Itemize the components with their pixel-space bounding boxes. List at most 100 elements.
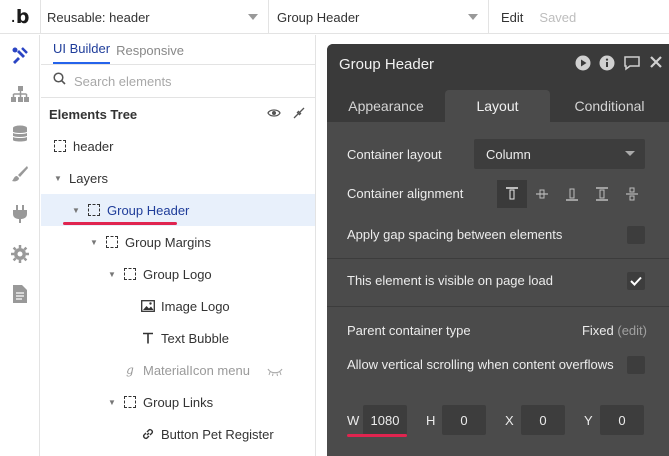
left-rail [0, 35, 40, 456]
elements-tree-title: Elements Tree [49, 106, 138, 122]
tab-layout[interactable]: Layout [445, 90, 550, 122]
property-editor-header: Group Header [327, 44, 669, 84]
search-icon [53, 72, 66, 90]
panel-tabs: UI Builder Responsive [41, 35, 315, 64]
comment-icon[interactable] [623, 55, 641, 75]
elements-panel: UI Builder Responsive Elements Tree head… [41, 35, 316, 456]
tab-ui-builder[interactable]: UI Builder [53, 41, 111, 64]
y-input[interactable]: 0 [600, 405, 644, 435]
gap-spacing-label: Apply gap spacing between elements [347, 227, 563, 242]
parent-container-type-value[interactable]: Fixed (edit) [582, 323, 647, 338]
data-icon[interactable] [10, 124, 30, 144]
info-icon[interactable] [599, 55, 615, 75]
property-editor-tabs: Appearance Layout Conditional [327, 84, 669, 122]
tree-item-header[interactable]: header [41, 130, 315, 162]
x-label: X [505, 413, 514, 428]
workflow-icon[interactable] [10, 84, 30, 104]
logs-icon[interactable] [10, 284, 30, 304]
tree-item-label: header [73, 138, 114, 154]
tab-appearance[interactable]: Appearance [327, 90, 445, 122]
caret-down-icon[interactable]: ▼ [53, 174, 63, 183]
search-input[interactable] [74, 73, 294, 89]
tree-item-group-links[interactable]: ▼ Group Links [41, 386, 315, 418]
visible-on-load-checkbox[interactable] [627, 272, 645, 290]
group-icon [123, 267, 137, 281]
align-stretch-icon[interactable] [587, 180, 617, 208]
chevron-down-icon [468, 14, 478, 20]
vertical-scroll-checkbox[interactable] [627, 356, 645, 374]
collapse-icon[interactable] [293, 107, 305, 122]
align-distribute-icon[interactable] [617, 180, 647, 208]
property-editor-title: Group Header [339, 55, 435, 73]
gap-spacing-checkbox[interactable] [627, 226, 645, 244]
tree-item-label: Group Margins [125, 234, 211, 250]
hidden-eye-icon[interactable] [267, 365, 283, 380]
width-input[interactable]: 1080 [363, 405, 407, 435]
divider [327, 306, 669, 307]
chevron-down-icon [625, 151, 635, 156]
styles-icon[interactable] [10, 164, 30, 184]
width-label: W [347, 413, 360, 428]
design-icon[interactable] [10, 45, 30, 65]
group-icon [53, 139, 67, 153]
play-icon[interactable] [575, 55, 591, 75]
vertical-scroll-label: Allow vertical scrolling when content ov… [347, 357, 614, 372]
tree-item-label: Group Header [107, 202, 190, 218]
tab-responsive[interactable]: Responsive [116, 43, 184, 64]
tree-item-text-bubble[interactable]: Text Bubble [41, 322, 315, 354]
container-alignment-buttons [497, 180, 647, 208]
group-icon [123, 395, 137, 409]
group-icon [105, 235, 119, 249]
parent-container-type-edit[interactable]: (edit) [617, 323, 647, 338]
bubble-logo[interactable]: .b [0, 0, 40, 34]
caret-down-icon[interactable]: ▼ [107, 270, 117, 279]
tree-item-group-margins[interactable]: ▼ Group Margins [41, 226, 315, 258]
visible-on-load-label: This element is visible on page load [347, 273, 553, 288]
settings-icon[interactable] [10, 244, 30, 264]
eye-icon[interactable] [267, 107, 281, 122]
caret-down-icon[interactable]: ▼ [107, 398, 117, 407]
align-center-icon[interactable] [527, 180, 557, 208]
align-top-icon[interactable] [497, 180, 527, 208]
y-label: Y [584, 413, 593, 428]
tree-item-label: Button Pet Register [161, 426, 274, 442]
page-selector-value: Reusable: header [47, 9, 150, 25]
page-selector[interactable]: Reusable: header [40, 0, 268, 34]
caret-down-icon[interactable]: ▼ [89, 238, 99, 247]
height-label: H [426, 413, 436, 428]
tree-item-label: Image Logo [161, 298, 230, 314]
element-selector[interactable]: Group Header [268, 0, 488, 34]
container-layout-select[interactable]: Column [474, 139, 645, 169]
container-alignment-label: Container alignment [347, 186, 464, 201]
elements-tree-header: Elements Tree [41, 98, 315, 130]
align-bottom-icon[interactable] [557, 180, 587, 208]
tree-item-label: Layers [69, 170, 109, 186]
edit-status: Edit Saved [488, 0, 669, 34]
caret-down-icon[interactable]: ▼ [71, 206, 81, 215]
edit-menu[interactable]: Edit [501, 10, 523, 25]
tab-conditional[interactable]: Conditional [550, 90, 669, 122]
tree-item-label: Text Bubble [161, 330, 229, 346]
parent-container-type-label: Parent container type [347, 323, 471, 338]
tree-item-materialicon-menu[interactable]: g MaterialIcon menu [41, 354, 315, 386]
tree-item-image-logo[interactable]: Image Logo [41, 290, 315, 322]
element-selector-value: Group Header [277, 9, 360, 25]
height-input[interactable]: 0 [442, 405, 486, 435]
group-icon [87, 203, 101, 217]
container-layout-label: Container layout [347, 147, 442, 162]
container-layout-value: Column [486, 146, 531, 162]
plugins-icon[interactable] [10, 204, 30, 224]
close-icon[interactable] [649, 55, 663, 75]
tree-item-group-logo[interactable]: ▼ Group Logo [41, 258, 315, 290]
tree-item-layers[interactable]: ▼ Layers [41, 162, 315, 194]
tree-item-button-pet-register[interactable]: Button Pet Register [41, 418, 315, 450]
tree-item-label: Group Links [143, 394, 214, 410]
highlight-underline [347, 434, 407, 437]
image-icon [141, 299, 155, 313]
search-bar [41, 64, 315, 98]
saved-status: Saved [539, 9, 577, 25]
chevron-down-icon [248, 14, 258, 20]
divider [327, 258, 669, 259]
x-input[interactable]: 0 [521, 405, 565, 435]
text-icon [141, 331, 155, 345]
